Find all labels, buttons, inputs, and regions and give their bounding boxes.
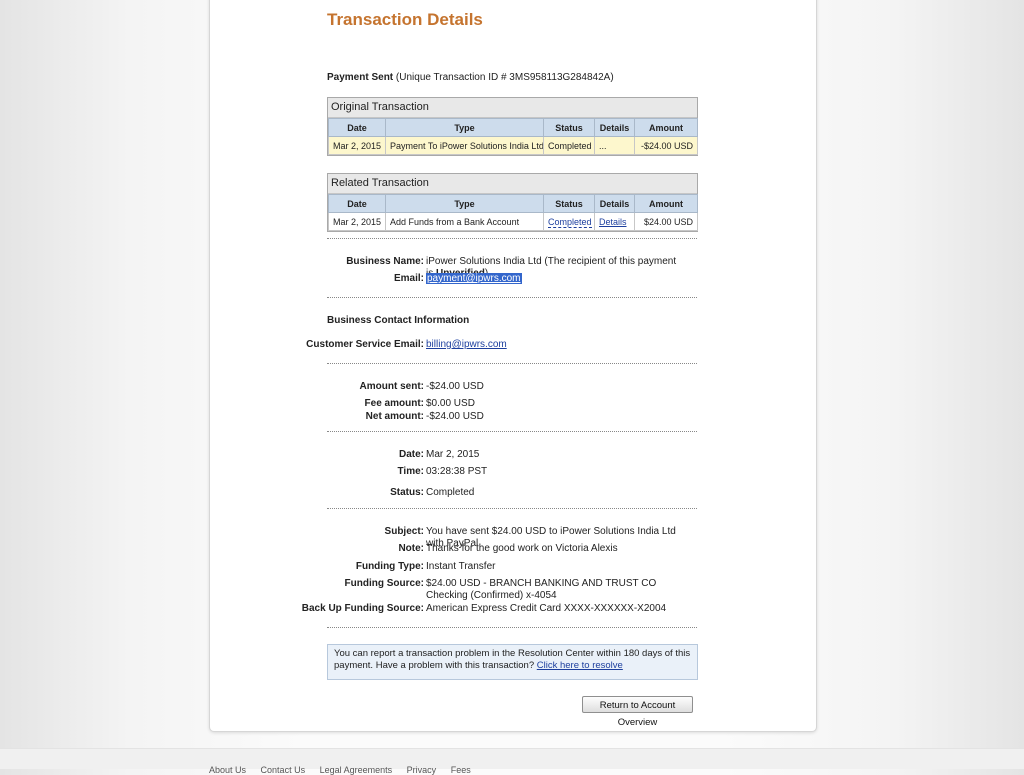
business-name-label: Business Name: <box>346 256 424 267</box>
time-value: 03:28:38 PST <box>426 466 488 477</box>
email-value: payment@ipwrs.com <box>426 273 684 285</box>
cs-email-link[interactable]: billing@ipwrs.com <box>426 339 507 350</box>
column-header-type: Type <box>385 118 544 137</box>
related-transaction-table: Date Type Status Details Amount Mar 2, 2… <box>328 194 698 231</box>
footer: About Us Contact Us Legal Agreements Pri… <box>0 748 1024 775</box>
divider <box>327 627 697 628</box>
fee-amount-label: Fee amount: <box>364 398 424 409</box>
cs-email-label: Customer Service Email: <box>306 339 424 350</box>
column-header-status: Status <box>543 118 595 137</box>
status-completed-link[interactable]: Completed <box>548 216 592 228</box>
funding-type-label: Funding Type: <box>355 561 424 572</box>
note-label: Note: <box>398 543 424 554</box>
column-header-status: Status <box>543 194 595 213</box>
email-label: Email: <box>393 273 424 284</box>
payment-sent-label: Payment Sent <box>327 72 394 83</box>
business-email-link[interactable]: payment@ipwrs.com <box>426 273 522 284</box>
table-header-row: Date Type Status Details Amount <box>328 118 698 137</box>
cell-amount: $24.00 USD <box>634 212 698 231</box>
column-header-details: Details <box>594 194 635 213</box>
column-header-date: Date <box>328 118 386 137</box>
date-value: Mar 2, 2015 <box>426 449 480 460</box>
cell-status: Completed <box>543 212 595 231</box>
cell-date: Mar 2, 2015 <box>328 212 386 231</box>
footer-link-about[interactable]: About Us <box>209 765 246 775</box>
time-label: Time: <box>397 466 425 477</box>
cell-details: Details <box>594 212 635 231</box>
footer-link-privacy[interactable]: Privacy <box>407 765 437 775</box>
payment-sent-line: Payment Sent (Unique Transaction ID # 3M… <box>327 72 614 83</box>
divider <box>327 508 697 509</box>
funding-source-label: Funding Source: <box>344 578 424 589</box>
note-value: Thanks for the good work on Victoria Ale… <box>426 543 618 554</box>
column-header-date: Date <box>328 194 386 213</box>
divider <box>327 297 697 298</box>
amount-sent-label: Amount sent: <box>359 381 424 392</box>
subject-label: Subject: <box>384 526 424 537</box>
return-to-account-overview-button[interactable]: Return to Account Overview <box>582 696 693 728</box>
net-amount-label: Net amount: <box>365 411 424 422</box>
details-link[interactable]: Details <box>599 217 627 227</box>
table-row: Mar 2, 2015 Add Funds from a Bank Accoun… <box>328 212 698 231</box>
divider <box>327 238 697 239</box>
column-header-amount: Amount <box>634 194 698 213</box>
original-transaction-table: Date Type Status Details Amount Mar 2, 2… <box>328 118 698 155</box>
fee-amount-value: $0.00 USD <box>426 398 475 409</box>
cell-date: Mar 2, 2015 <box>328 136 386 155</box>
status-label: Status: <box>390 487 424 498</box>
cell-details: ... <box>594 136 635 155</box>
page-title: Transaction Details <box>327 10 483 29</box>
cs-email-value: billing@ipwrs.com <box>426 339 684 351</box>
footer-links: About Us Contact Us Legal Agreements Pri… <box>209 765 483 775</box>
amount-sent-value: -$24.00 USD <box>426 381 484 392</box>
status-value: Completed <box>426 487 475 498</box>
cell-type: Add Funds from a Bank Account <box>385 212 544 231</box>
column-header-amount: Amount <box>634 118 698 137</box>
divider <box>327 431 697 432</box>
cell-status: Completed <box>543 136 595 155</box>
footer-link-contact[interactable]: Contact Us <box>261 765 306 775</box>
resolution-notice: You can report a transaction problem in … <box>327 644 698 680</box>
cell-type: Payment To iPower Solutions India Ltd <box>385 136 544 155</box>
backup-funding-label: Back Up Funding Source: <box>301 603 424 614</box>
column-header-details: Details <box>594 118 635 137</box>
original-transaction-caption: Original Transaction <box>328 98 697 118</box>
notice-text: You can report a transaction problem in … <box>334 648 691 671</box>
business-contact-heading: Business Contact Information <box>327 315 470 326</box>
related-transaction-caption: Related Transaction <box>328 174 697 194</box>
column-header-type: Type <box>385 194 544 213</box>
transaction-id: (Unique Transaction ID # 3MS958113G28484… <box>395 72 614 83</box>
divider <box>327 363 697 364</box>
net-amount-value: -$24.00 USD <box>426 411 484 422</box>
original-transaction-box: Original Transaction Date Type Status De… <box>327 97 698 156</box>
resolve-link[interactable]: Click here to resolve <box>537 660 623 671</box>
backup-funding-value: American Express Credit Card XXXX-XXXXXX… <box>426 603 667 614</box>
table-header-row: Date Type Status Details Amount <box>328 194 698 213</box>
funding-source-value: $24.00 USD - BRANCH BANKING AND TRUST CO… <box>426 578 657 601</box>
footer-link-legal[interactable]: Legal Agreements <box>320 765 393 775</box>
table-row: Mar 2, 2015 Payment To iPower Solutions … <box>328 136 698 155</box>
funding-type-value: Instant Transfer <box>426 561 496 572</box>
footer-link-fees[interactable]: Fees <box>451 765 471 775</box>
cell-amount: -$24.00 USD <box>634 136 698 155</box>
date-label: Date: <box>398 449 424 460</box>
related-transaction-box: Related Transaction Date Type Status Det… <box>327 173 698 232</box>
